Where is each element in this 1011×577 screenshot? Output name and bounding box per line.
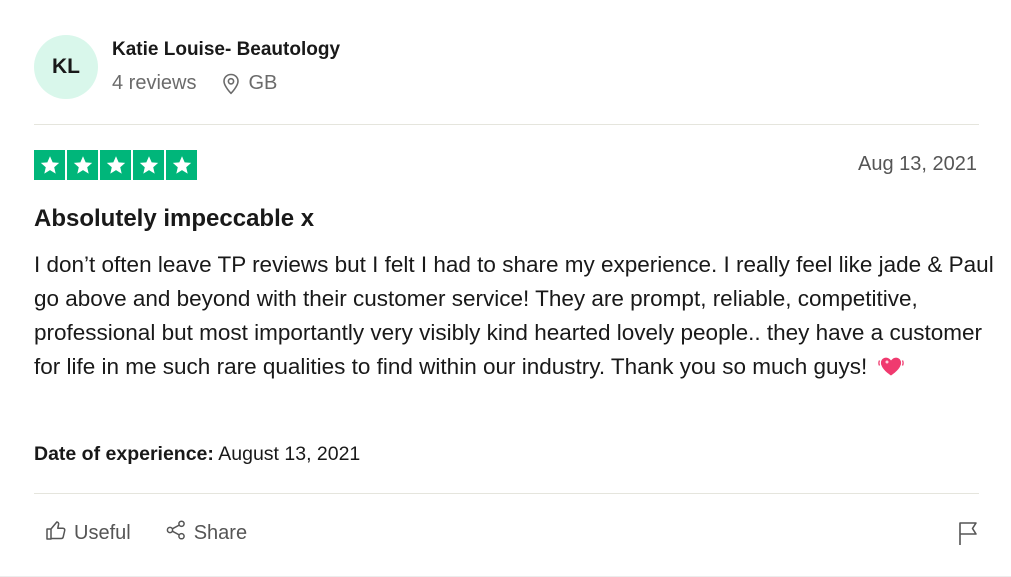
review-body-text: I don’t often leave TP reviews but I fel… [34,252,994,379]
experience-date: August 13, 2021 [213,443,361,465]
share-label: Share [193,521,248,544]
author-name[interactable]: Katie Louise- Beautology [112,39,340,61]
avatar[interactable]: KL [34,35,98,99]
author-country: GB [248,72,278,94]
location-pin-icon [222,73,240,95]
author-meta: 4 reviews GB [112,72,277,95]
thumbs-up-icon [45,519,67,547]
flag-icon [957,522,979,550]
share-icon [165,519,187,547]
date-of-experience: Date of experience: August 13, 2021 [34,443,360,466]
star-icon [67,150,98,180]
review-body: I don’t often leave TP reviews but I fel… [34,248,994,388]
divider [34,493,979,494]
useful-label: Useful [74,521,131,544]
star-icon [34,150,65,180]
review-date: Aug 13, 2021 [858,153,977,175]
star-icon [166,150,197,180]
review-card: KL Katie Louise- Beautology 4 reviews GB… [0,0,1011,577]
share-button[interactable]: Share [165,519,247,547]
experience-label: Date of experience: [34,443,214,465]
review-title[interactable]: Absolutely impeccable x [34,205,314,233]
star-icon [133,150,164,180]
flag-review-button[interactable] [957,520,979,551]
useful-button[interactable]: Useful [45,519,131,547]
review-actions: Useful Share [45,519,247,547]
star-rating [34,150,197,180]
reviews-count: 4 reviews [112,72,197,94]
divider [34,124,979,125]
star-icon [100,150,131,180]
beating-heart-emoji-icon [877,354,904,388]
